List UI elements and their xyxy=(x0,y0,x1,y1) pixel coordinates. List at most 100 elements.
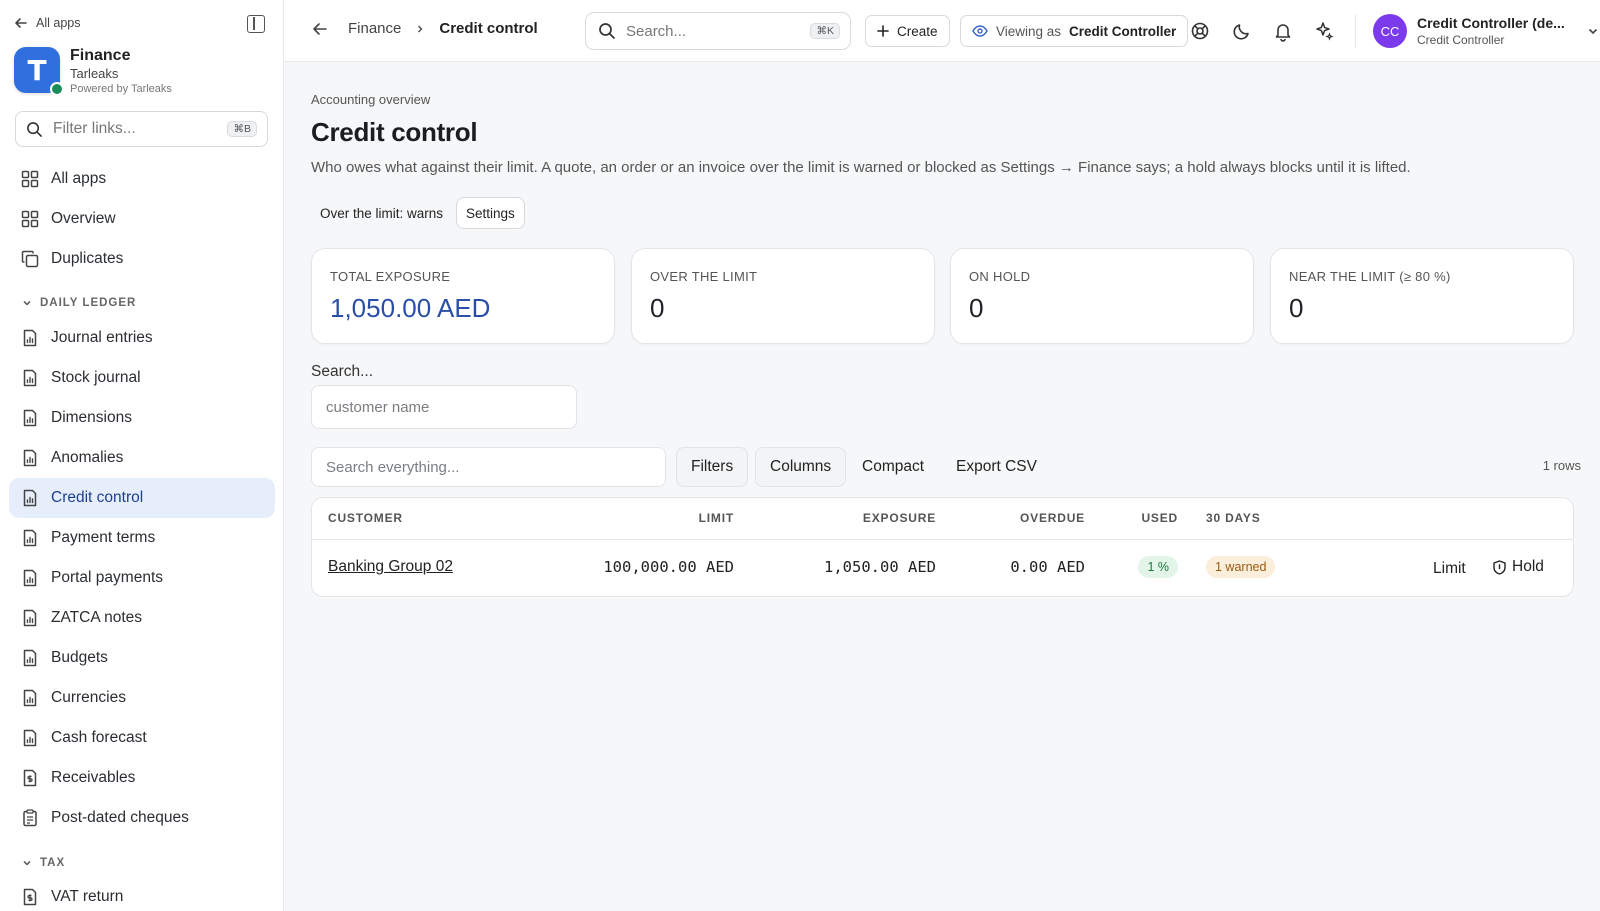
hold-action-button[interactable]: Hold xyxy=(1493,558,1544,576)
col-limit[interactable]: LIMIT xyxy=(699,511,734,525)
search-icon xyxy=(599,23,615,39)
col-exposure[interactable]: EXPOSURE xyxy=(863,511,936,525)
page-description: Who owes what against their limit. A quo… xyxy=(311,159,1411,176)
sidebar-item-duplicates[interactable]: Duplicates xyxy=(9,239,275,279)
hold-label: Hold xyxy=(1512,558,1544,575)
sidebar-item-portal-payments[interactable]: Portal payments xyxy=(9,558,275,598)
back-arrow-icon[interactable] xyxy=(312,21,328,37)
sidebar-item-label: ZATCA notes xyxy=(51,609,143,626)
user-menu[interactable]: CC Credit Controller (de... Credit Contr… xyxy=(1373,14,1599,48)
sidebar-item-label: Currencies xyxy=(51,689,126,706)
avatar: CC xyxy=(1373,14,1407,48)
settings-button[interactable]: Settings xyxy=(456,197,525,229)
sidebar-item-journal-entries[interactable]: Journal entries xyxy=(9,318,275,358)
lifebuoy-icon[interactable] xyxy=(1189,20,1211,42)
org-name: Tarleaks xyxy=(70,66,119,81)
sidebar-item-stock-journal[interactable]: Stock journal xyxy=(9,358,275,398)
brand-logo: T xyxy=(14,47,64,96)
sidebar-item-dimensions[interactable]: Dimensions xyxy=(9,398,275,438)
filter-links-input[interactable]: Filter links... ⌘B xyxy=(15,111,268,147)
doc-chart-icon xyxy=(21,489,39,507)
sidebar-collapse-icon[interactable] xyxy=(247,15,265,33)
sidebar-item-label: Portal payments xyxy=(51,569,163,586)
stat-value: 0 xyxy=(650,293,665,323)
col-customer[interactable]: CUSTOMER xyxy=(328,511,403,525)
doc-chart-icon xyxy=(21,449,39,467)
sidebar-item-label: Stock journal xyxy=(51,369,141,386)
dollar-doc-icon xyxy=(21,769,39,787)
doc-chart-icon xyxy=(21,409,39,427)
sidebar-item-label: Budgets xyxy=(51,649,108,666)
columns-button[interactable]: Columns xyxy=(755,447,847,487)
viewing-role: Credit Controller xyxy=(1069,23,1177,39)
viewing-prefix: Viewing as xyxy=(996,23,1062,39)
sidebar-item-label: Duplicates xyxy=(51,250,124,267)
stat-value: 0 xyxy=(1289,293,1304,323)
sidebar-item-label: Credit control xyxy=(51,489,144,506)
global-search[interactable]: Search... ⌘K xyxy=(585,12,851,50)
chevron-down-icon xyxy=(23,860,31,866)
sidebar-item-cash-forecast[interactable]: Cash forecast xyxy=(9,718,275,758)
sidebar-item-label: VAT return xyxy=(51,888,124,905)
section-tax[interactable]: TAX xyxy=(22,857,65,869)
sidebar-item-credit-control[interactable]: Credit control xyxy=(9,478,275,518)
stat-card-over-the-limit: OVER THE LIMIT 0 xyxy=(631,248,935,344)
powered-by: Powered by Tarleaks xyxy=(70,83,172,95)
sidebar-item-zatca-notes[interactable]: ZATCA notes xyxy=(9,598,275,638)
global-search-placeholder: Search... xyxy=(626,22,687,40)
back-to-all-apps[interactable]: All apps xyxy=(14,16,80,30)
doc-chart-icon xyxy=(21,529,39,547)
section-daily-ledger[interactable]: DAILY LEDGER xyxy=(22,297,136,309)
limit-action-button[interactable]: Limit xyxy=(1433,560,1466,578)
sidebar-item-label: Journal entries xyxy=(51,329,153,346)
doc-chart-icon xyxy=(21,329,39,347)
sidebar-item-anomalies[interactable]: Anomalies xyxy=(9,438,275,478)
create-label: Create xyxy=(897,23,938,39)
create-button[interactable]: Create xyxy=(865,15,950,47)
bell-icon[interactable] xyxy=(1272,20,1294,42)
table-search-placeholder: Search everything... xyxy=(326,458,460,476)
page-eyebrow: Accounting overview xyxy=(311,92,431,107)
col-overdue[interactable]: OVERDUE xyxy=(1020,511,1085,525)
doc-chart-icon xyxy=(21,369,39,387)
col-30-days[interactable]: 30 DAYS xyxy=(1206,511,1261,525)
sidebar-item-currencies[interactable]: Currencies xyxy=(9,678,275,718)
customer-name-input[interactable]: customer name xyxy=(311,385,577,429)
export-csv-button[interactable]: Export CSV xyxy=(942,447,1051,487)
arrow-left-icon xyxy=(15,18,27,28)
stat-value: 0 xyxy=(969,293,984,323)
sidebar-item-vat-return[interactable]: VAT return xyxy=(9,877,275,911)
customer-link[interactable]: Banking Group 02 xyxy=(328,558,453,576)
sidebar-item-payment-terms[interactable]: Payment terms xyxy=(9,518,275,558)
copy-icon xyxy=(21,250,39,268)
warned-badge: 1 warned xyxy=(1206,556,1276,578)
plus-icon xyxy=(877,25,889,37)
doc-chart-icon xyxy=(21,569,39,587)
sidebar-item-post-dated-cheques[interactable]: Post-dated cheques xyxy=(9,798,275,838)
search-icon xyxy=(27,121,42,137)
page-title: Credit control xyxy=(311,117,478,147)
table-search-input[interactable]: Search everything... xyxy=(311,447,666,487)
filters-button[interactable]: Filters xyxy=(676,447,749,487)
moon-icon[interactable] xyxy=(1231,20,1253,42)
sparkles-icon[interactable] xyxy=(1313,20,1335,42)
sidebar-item-overview[interactable]: Overview xyxy=(9,199,275,239)
breadcrumb-parent[interactable]: Finance xyxy=(348,20,401,37)
sidebar-item-receivables[interactable]: Receivables xyxy=(9,758,275,798)
compact-button[interactable]: Compact xyxy=(848,447,938,487)
topbar-divider xyxy=(1355,14,1356,48)
grid-icon xyxy=(21,210,39,228)
app-brand: T Finance Tarleaks Powered by Tarleaks xyxy=(14,47,172,96)
stat-label: NEAR THE LIMIT (≥ 80 %) xyxy=(1289,269,1451,284)
sidebar-item-all-apps[interactable]: All apps xyxy=(9,159,275,199)
customer-name-placeholder: customer name xyxy=(326,398,430,416)
user-role: Credit Controller xyxy=(1417,33,1505,47)
sidebar-item-label: Overview xyxy=(51,210,116,227)
col-used[interactable]: USED xyxy=(1141,511,1178,525)
doc-chart-icon xyxy=(21,729,39,747)
sidebar-item-budgets[interactable]: Budgets xyxy=(9,638,275,678)
limit-cell: 100,000.00 AED xyxy=(603,558,734,576)
viewing-as-button[interactable]: Viewing as Credit Controller xyxy=(960,15,1189,47)
section-daily-label: DAILY LEDGER xyxy=(40,297,137,309)
topbar: Finance Credit control Search... ⌘K Crea… xyxy=(284,0,1600,62)
